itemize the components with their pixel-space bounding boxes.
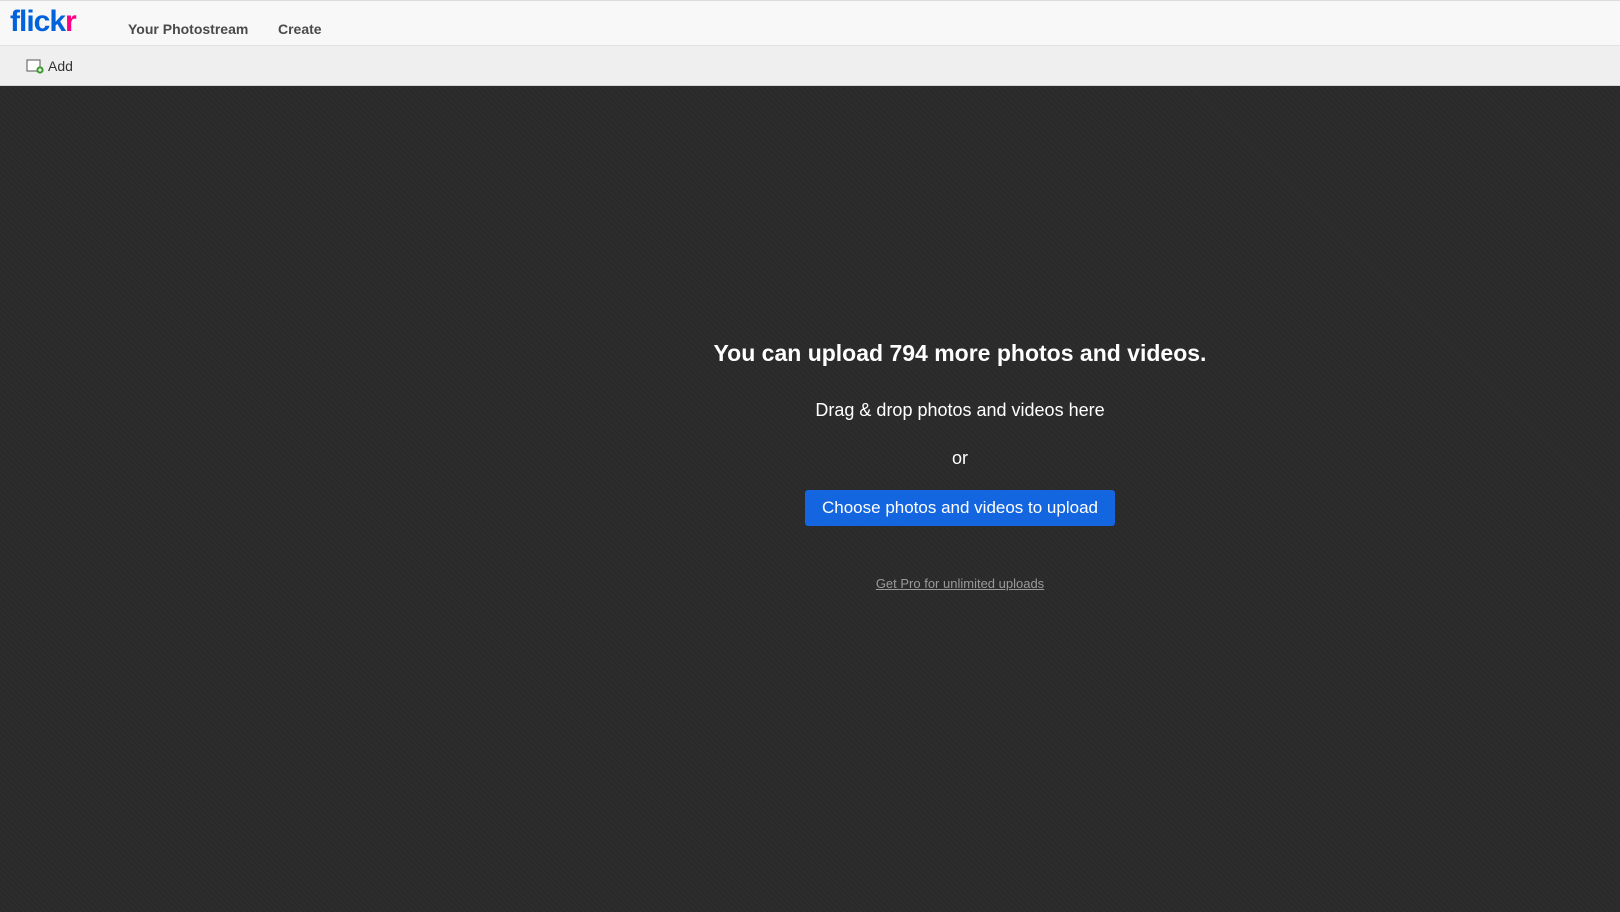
add-button[interactable]: Add (26, 56, 73, 76)
add-button-label: Add (48, 58, 73, 74)
choose-files-button[interactable]: Choose photos and videos to upload (805, 490, 1115, 526)
logo-text-main: flick (10, 5, 66, 38)
nav-your-photostream[interactable]: Your Photostream (128, 20, 248, 38)
flickr-logo[interactable]: flickr (10, 4, 77, 40)
drag-drop-instruction: Drag & drop photos and videos here (815, 400, 1105, 420)
top-navigation-bar: flickr Your Photostream Create (0, 0, 1620, 46)
add-photo-icon (26, 58, 44, 74)
nav-create[interactable]: Create (278, 20, 322, 38)
logo-text-accent: r (65, 5, 77, 38)
or-separator: or (951, 448, 968, 468)
upload-page: flickr Your Photostream Create Add You c… (0, 0, 1620, 912)
upload-limit-heading: You can upload 794 more photos and video… (713, 340, 1207, 366)
upload-toolbar: Add (0, 46, 1620, 86)
upload-dropzone[interactable]: You can upload 794 more photos and video… (0, 86, 1620, 912)
get-pro-link[interactable]: Get Pro for unlimited uploads (660, 576, 1260, 592)
